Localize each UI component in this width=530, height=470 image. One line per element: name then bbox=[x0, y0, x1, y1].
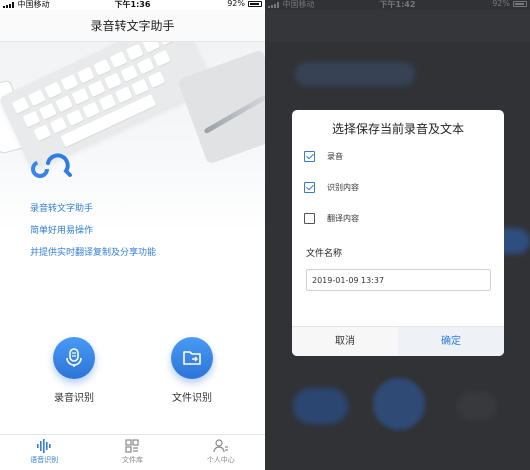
option-label: 翻译内容 bbox=[327, 213, 359, 223]
waveform-icon bbox=[37, 439, 51, 453]
option-recording[interactable]: 录音 bbox=[304, 148, 343, 164]
cancel-button[interactable]: 取消 bbox=[292, 327, 398, 356]
status-battery-text: 92% bbox=[227, 0, 245, 8]
file-recognition-button[interactable]: 文件识别 bbox=[152, 337, 232, 404]
tab-file-library[interactable]: 文件库 bbox=[88, 435, 176, 470]
dialog-title: 选择保存当前录音及文本 bbox=[331, 122, 464, 136]
save-dialog-screen: 中国移动 下午1:42 92% 选择保存当前录音及文本 录音 识别内容 翻译内容… bbox=[265, 0, 530, 470]
dimmed-content bbox=[457, 392, 497, 420]
checkbox-checked-icon[interactable] bbox=[304, 150, 315, 162]
checkbox-checked-icon[interactable] bbox=[304, 181, 315, 193]
confirm-button[interactable]: 确定 bbox=[398, 327, 504, 356]
option-label: 识别内容 bbox=[327, 182, 359, 192]
microphone-icon bbox=[53, 337, 95, 379]
user-icon bbox=[213, 439, 228, 453]
status-time: 下午1:42 bbox=[379, 0, 416, 9]
status-time: 下午1:36 bbox=[114, 0, 151, 9]
page-title: 录音转文字助手 bbox=[0, 10, 265, 42]
app-logo-icon bbox=[31, 153, 72, 178]
tab-label: 个人中心 bbox=[206, 456, 235, 464]
dimmed-navbar bbox=[265, 10, 530, 42]
tab-label: 文件库 bbox=[121, 456, 143, 464]
home-screen: 中国移动 下午1:36 92% 录音转文字助手 录音转文字助手 简单好用易操作 … bbox=[0, 0, 265, 470]
option-recognized-content[interactable]: 识别内容 bbox=[304, 179, 359, 195]
tab-voice-recognition[interactable]: 语音识别 bbox=[0, 435, 88, 470]
record-recognition-button[interactable]: 录音识别 bbox=[34, 337, 114, 404]
tab-label: 语音识别 bbox=[30, 456, 59, 464]
option-label: 录音 bbox=[327, 151, 343, 161]
folder-icon bbox=[171, 337, 213, 379]
battery-icon bbox=[513, 1, 527, 7]
status-battery-text: 92% bbox=[492, 0, 510, 8]
battery-icon bbox=[248, 1, 262, 7]
dialog-buttons: 取消 确定 bbox=[292, 326, 504, 356]
grid-icon bbox=[125, 439, 140, 453]
save-dialog: 选择保存当前录音及文本 录音 识别内容 翻译内容 文件名称 取消 确定 bbox=[292, 110, 504, 356]
option-translated-content[interactable]: 翻译内容 bbox=[304, 210, 359, 226]
file-name-input[interactable] bbox=[306, 269, 491, 291]
record-recognition-label: 录音识别 bbox=[54, 393, 94, 404]
tab-bar: 语音识别 文件库 个人中心 bbox=[0, 434, 265, 470]
status-bar: 中国移动 下午1:36 92% bbox=[0, 0, 265, 10]
feature-item: 简单好用易操作 bbox=[30, 226, 94, 236]
dimmed-content bbox=[373, 378, 425, 430]
dimmed-content bbox=[293, 388, 348, 424]
tab-personal-center[interactable]: 个人中心 bbox=[177, 435, 265, 470]
checkbox-unchecked-icon[interactable] bbox=[304, 212, 315, 224]
dimmed-content bbox=[295, 62, 415, 86]
file-recognition-label: 文件识别 bbox=[172, 393, 212, 404]
file-name-label: 文件名称 bbox=[306, 249, 343, 259]
status-bar: 中国移动 下午1:42 92% bbox=[265, 0, 530, 10]
feature-list: 录音转文字助手 简单好用易操作 并提供实时翻译复制及分享功能 bbox=[30, 198, 156, 264]
feature-item: 并提供实时翻译复制及分享功能 bbox=[30, 248, 157, 258]
feature-item: 录音转文字助手 bbox=[30, 204, 94, 214]
